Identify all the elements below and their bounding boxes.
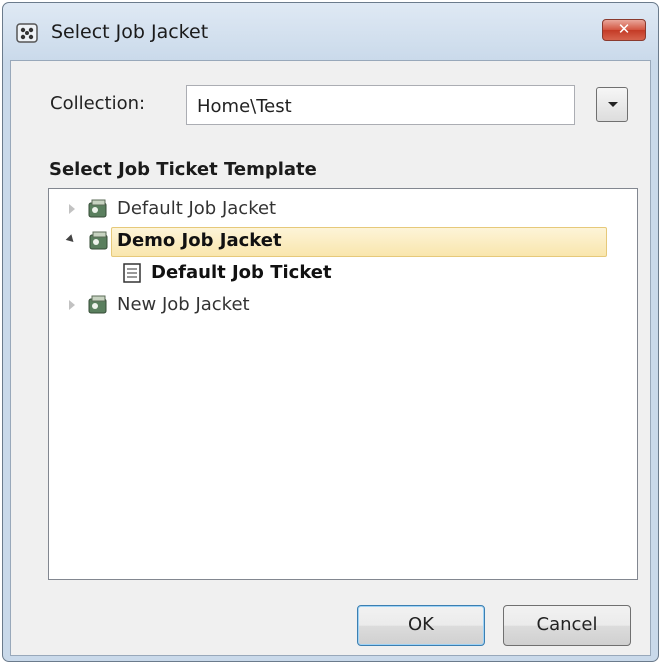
job-jacket-icon [89, 231, 108, 250]
dialog-window: Select Job Jacket ✕ Collection: Home\Tes… [2, 2, 659, 662]
title-bar[interactable]: Select Job Jacket ✕ [3, 3, 658, 61]
close-icon: ✕ [617, 20, 631, 38]
template-section-heading: Select Job Ticket Template [49, 159, 317, 180]
job-jacket-icon [88, 199, 107, 218]
tree-item-default-job-jacket[interactable]: Default Job Jacket [67, 195, 367, 225]
tree-item-label: Default Job Ticket [151, 262, 332, 283]
window-title: Select Job Jacket [51, 21, 209, 43]
dialog-body: Collection: Home\Test Select Job Ticket … [10, 60, 651, 656]
tree-item-label: Default Job Jacket [117, 198, 277, 219]
job-ticket-icon [123, 263, 141, 283]
expand-arrow-icon[interactable] [69, 204, 75, 214]
chevron-down-icon [608, 102, 618, 107]
collection-dropdown-button[interactable] [596, 87, 628, 122]
collection-combobox[interactable]: Home\Test [186, 85, 575, 125]
expand-arrow-icon[interactable] [69, 300, 75, 310]
tree-item-label: Demo Job Jacket [117, 230, 282, 251]
ok-button[interactable]: OK [357, 605, 485, 646]
tree-item-new-job-jacket[interactable]: New Job Jacket [67, 291, 367, 321]
tree-item-selection[interactable]: Demo Job Jacket [89, 227, 607, 257]
job-jacket-icon [88, 295, 107, 314]
cancel-button[interactable]: Cancel [503, 605, 631, 646]
tree-item-default-job-ticket[interactable]: Default Job Ticket [121, 259, 421, 289]
close-button[interactable]: ✕ [602, 19, 646, 41]
template-tree[interactable]: Default Job Jacket Demo Job Jacket Defau… [48, 188, 638, 580]
collection-label: Collection: [50, 93, 146, 114]
collapse-arrow-icon[interactable] [65, 234, 77, 245]
app-icon [16, 23, 38, 43]
collection-value: Home\Test [197, 96, 292, 117]
tree-item-label: New Job Jacket [117, 294, 250, 315]
